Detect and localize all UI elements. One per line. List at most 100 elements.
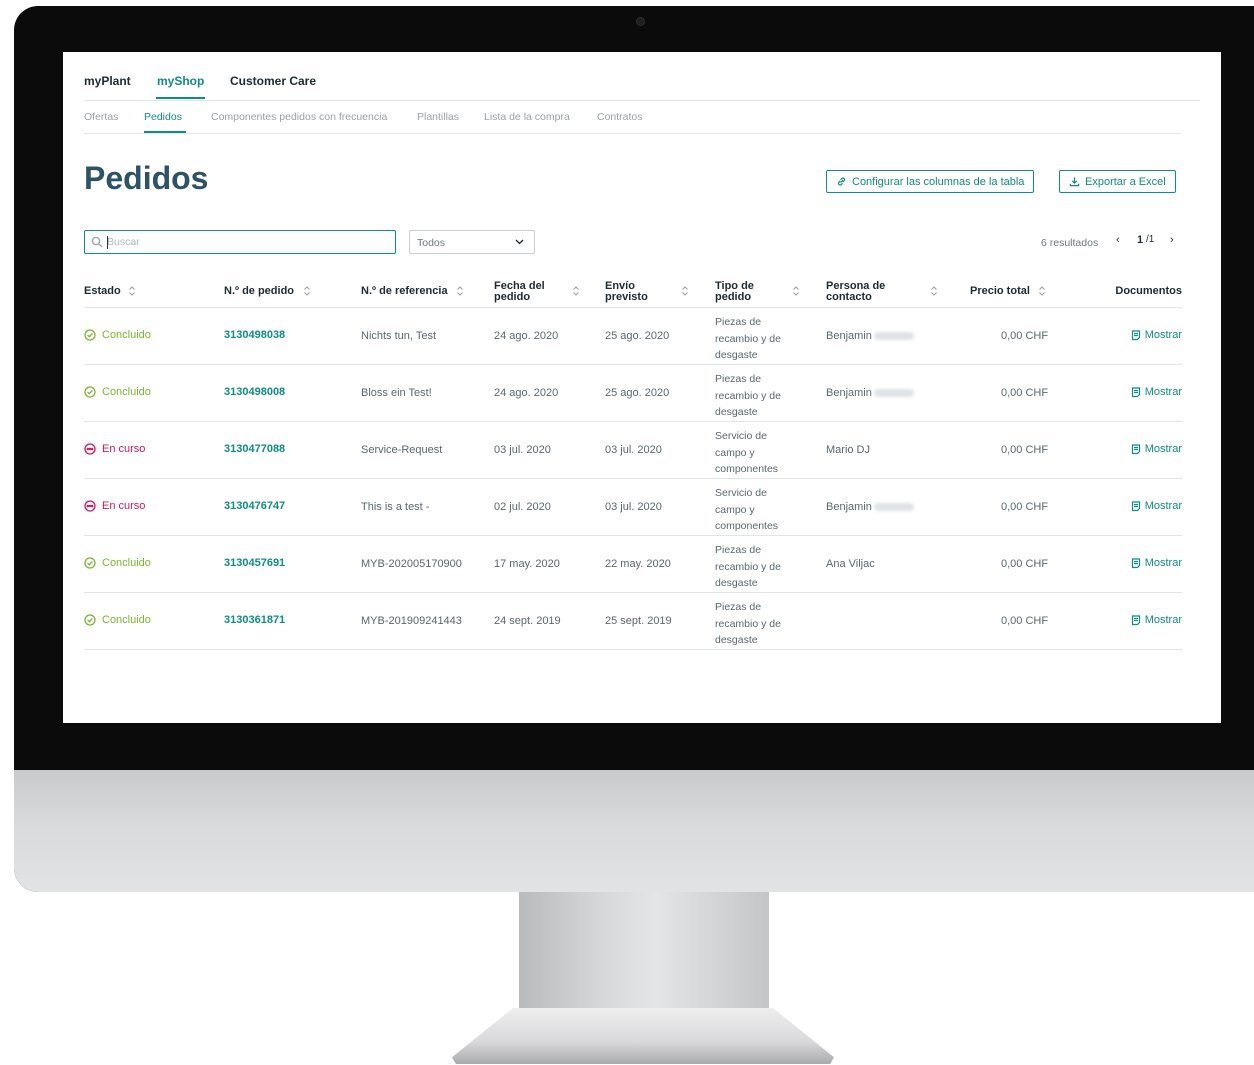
tab-pedidos[interactable]: Pedidos (144, 111, 182, 123)
contact-person: Ana Viljac (826, 558, 875, 570)
text-cursor (107, 236, 108, 249)
document-icon (1131, 614, 1140, 625)
document-icon (1131, 557, 1140, 568)
dots-circle-icon (84, 500, 96, 512)
col-reference-number[interactable]: N.º de referencia (361, 286, 448, 297)
sort-icon[interactable] (303, 285, 311, 297)
col-order-type-line2[interactable]: pedido (715, 292, 751, 303)
contact-person: Benjamin (826, 501, 914, 513)
page-next-button[interactable]: › (1170, 234, 1174, 246)
order-type-line: Servicio de (715, 487, 767, 499)
order-type-line: Servicio de (715, 430, 767, 442)
col-contact-line2[interactable]: contacto (826, 292, 872, 303)
expected-shipping-date: 22 may. 2020 (605, 558, 671, 570)
show-document-link[interactable]: Mostrar (1131, 614, 1182, 626)
top-nav-active-indicator (156, 97, 205, 99)
document-icon (1131, 386, 1140, 397)
order-number-link[interactable]: 3130498008 (224, 386, 285, 398)
order-type-line: recambio y de (715, 617, 781, 630)
top-nav-myplant[interactable]: myPlant (84, 74, 131, 88)
order-date: 24 ago. 2020 (494, 387, 559, 399)
show-document-link[interactable]: Mostrar (1131, 329, 1182, 341)
sort-icon[interactable] (792, 285, 800, 297)
sort-icon[interactable] (128, 285, 136, 297)
monitor-chin (14, 770, 1254, 892)
configure-columns-button[interactable]: Configurar las columnas de la tabla (826, 170, 1035, 193)
tab-componentes-frecuentes[interactable]: Componentes pedidos con frecuencia (211, 111, 387, 123)
tab-contratos[interactable]: Contratos (597, 111, 643, 123)
dots-circle-icon (84, 443, 96, 455)
export-excel-button[interactable]: Exportar a Excel (1059, 170, 1176, 193)
page-prev-button[interactable]: ‹ (1116, 234, 1120, 246)
order-type-line: Piezas de (715, 544, 762, 556)
total-price: 0,00 CHF (1001, 558, 1049, 570)
col-status[interactable]: Estado (84, 286, 121, 297)
order-number-link[interactable]: 3130457691 (224, 557, 285, 569)
sort-icon[interactable] (456, 285, 464, 297)
status-filter-select[interactable]: Todos (409, 230, 535, 254)
order-type: Piezas de recambio y de desgaste (715, 599, 795, 649)
sort-icon[interactable] (681, 285, 689, 297)
col-order-date-line2[interactable]: pedido (494, 292, 530, 303)
document-icon (1131, 329, 1140, 340)
table-row[interactable]: Concluido 3130498008 Bloss ein Test! 24 ago… (84, 365, 1182, 422)
order-number-link[interactable]: 3130361871 (224, 614, 285, 626)
reference-number: MYB-202005170900 (361, 558, 462, 570)
contact-name: Benjamin (826, 387, 872, 399)
contact-name: Benjamin (826, 501, 872, 513)
show-document-link[interactable]: Mostrar (1131, 443, 1182, 455)
show-document-link[interactable]: Mostrar (1131, 386, 1182, 398)
order-type-line: componentes (715, 520, 779, 532)
link-icon (837, 177, 846, 186)
order-date: 02 jul. 2020 (494, 501, 551, 513)
expected-shipping-date: 03 jul. 2020 (605, 444, 662, 456)
col-expected-shipping-line2[interactable]: previsto (605, 292, 648, 303)
app-screen: myPlant myShop Customer Care Ofertas Ped… (63, 52, 1221, 723)
top-nav-customer-care[interactable]: Customer Care (230, 74, 316, 88)
contact-name: Mario DJ (826, 444, 871, 456)
table-row[interactable]: Concluido 3130457691 MYB-202005170900 17 ma… (84, 536, 1182, 593)
tab-lista-compra[interactable]: Lista de la compra (484, 111, 570, 123)
table-row[interactable]: En curso 3130476747 This is a test - 02 jul… (84, 479, 1182, 536)
col-order-number[interactable]: N.º de pedido (224, 286, 294, 297)
order-type-line: Piezas de (715, 601, 762, 613)
search-input[interactable] (107, 234, 387, 250)
order-number-link[interactable]: 3130477088 (224, 443, 285, 455)
order-number-link[interactable]: 3130476747 (224, 500, 285, 512)
redacted-surname (873, 389, 914, 397)
tab-plantillas[interactable]: Plantillas (417, 111, 459, 123)
table-row[interactable]: En curso 3130477088 Service-Request 03 jul.… (84, 422, 1182, 479)
col-documents: Documentos (1115, 285, 1182, 297)
top-nav-myshop[interactable]: myShop (157, 74, 204, 88)
order-type: Servicio de campo y componentes (715, 428, 795, 478)
order-type-line: campo y (715, 446, 755, 459)
search-field[interactable] (84, 230, 396, 254)
show-document-link[interactable]: Mostrar (1131, 500, 1182, 512)
contact-person: Mario DJ (826, 444, 870, 456)
table-row[interactable]: Concluido 3130361871 MYB-201909241443 24 se… (84, 593, 1182, 650)
sort-icon[interactable] (1038, 285, 1046, 297)
reference-number: MYB-201909241443 (361, 615, 462, 627)
order-type: Piezas de recambio y de desgaste (715, 314, 795, 364)
tab-ofertas[interactable]: Ofertas (84, 111, 118, 123)
show-document-label: Mostrar (1144, 443, 1182, 455)
reference-number: Service-Request (361, 444, 443, 456)
contact-person: Benjamin (826, 330, 914, 342)
status-label: En curso (102, 500, 146, 512)
contact-name: Ana Viljac (826, 558, 875, 570)
table-row[interactable]: Concluido 3130498038 Nichts tun, Test 24 ag… (84, 308, 1182, 365)
expected-shipping-date: 03 jul. 2020 (605, 501, 662, 513)
reference-number: Bloss ein Test! (361, 387, 432, 399)
sort-icon[interactable] (930, 285, 938, 297)
order-number-link[interactable]: 3130498038 (224, 329, 285, 341)
sort-icon[interactable] (572, 285, 580, 297)
export-excel-label: Exportar a Excel (1085, 175, 1166, 188)
col-total-price[interactable]: Precio total (970, 286, 1030, 297)
order-type-line: recambio y de (715, 389, 781, 402)
order-type-line: recambio y de (715, 560, 781, 573)
status-badge: En curso (84, 500, 145, 512)
monitor-stand-base (452, 1008, 834, 1064)
download-icon (1069, 177, 1080, 187)
show-document-link[interactable]: Mostrar (1131, 557, 1182, 569)
order-type-line: Piezas de (715, 373, 762, 385)
